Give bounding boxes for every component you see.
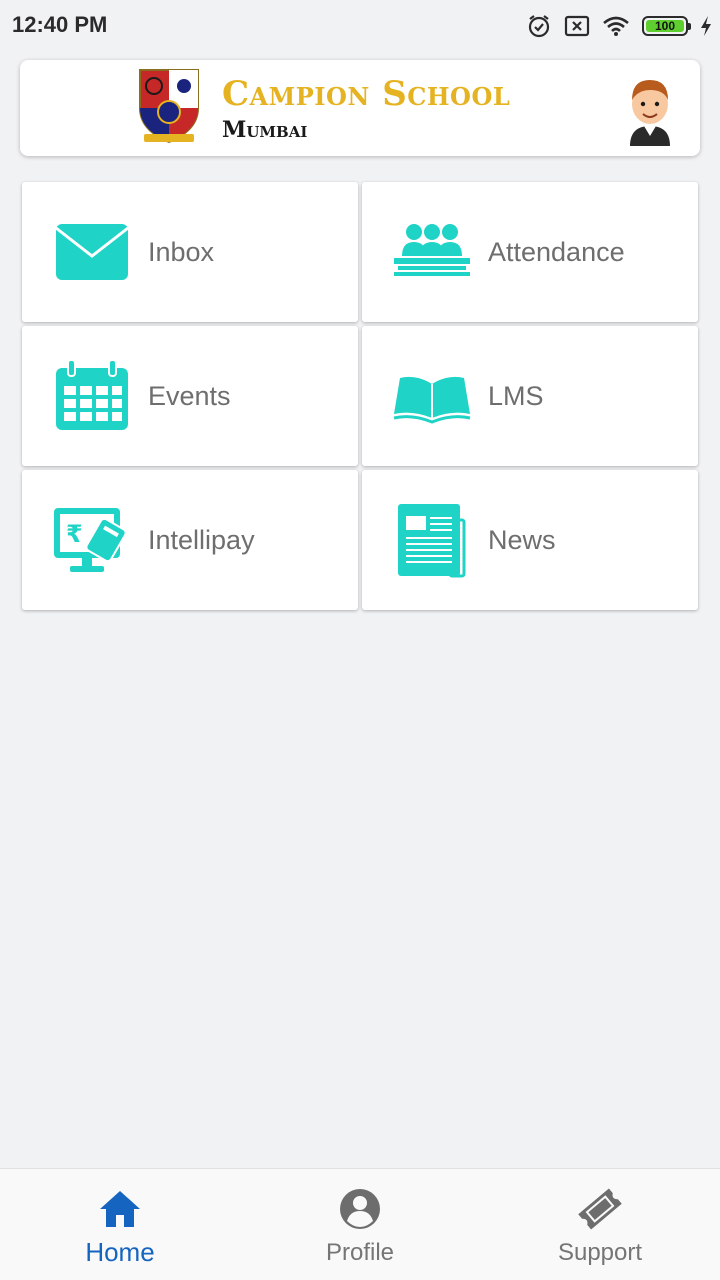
wifi-icon xyxy=(603,16,629,36)
nav-label: Home xyxy=(85,1237,155,1267)
battery-level: 100 xyxy=(646,20,684,33)
open-book-icon xyxy=(393,376,471,424)
nav-label: Support xyxy=(557,1239,643,1266)
nav-support[interactable]: Support xyxy=(480,1169,720,1280)
nav-home[interactable]: Home xyxy=(0,1169,240,1280)
payment-monitor-icon: ₹ xyxy=(54,508,127,572)
tile-intellipay[interactable]: ₹ Intellipay xyxy=(22,470,358,610)
classroom-icon xyxy=(394,224,470,276)
calendar-icon xyxy=(56,359,128,430)
status-icons: 100 xyxy=(526,10,712,42)
status-bar: 12:40 PM 100 xyxy=(0,0,720,52)
tile-label: Attendance xyxy=(488,237,625,267)
tile-attendance[interactable]: Attendance xyxy=(362,182,698,322)
tile-label: Inbox xyxy=(148,237,215,267)
charging-icon xyxy=(701,16,711,36)
tile-label: LMS xyxy=(488,381,544,411)
tile-inbox[interactable]: Inbox xyxy=(22,182,358,322)
bottom-nav: Home Profile Support xyxy=(0,1168,720,1280)
tile-label: Intellipay xyxy=(148,525,255,555)
tile-events[interactable]: Events xyxy=(22,326,358,466)
battery-icon: 100 xyxy=(642,16,691,36)
nav-profile[interactable]: Profile xyxy=(240,1169,480,1280)
svg-text:₹: ₹ xyxy=(66,520,83,548)
newspaper-icon xyxy=(398,504,466,578)
school-name: Campion School xyxy=(222,74,511,114)
sim-off-icon xyxy=(564,15,590,37)
home-icon xyxy=(100,1191,140,1227)
tile-label: News xyxy=(488,525,556,555)
status-time: 12:40 PM xyxy=(12,12,108,37)
ticket-icon xyxy=(578,1188,622,1230)
school-header-card: Campion School Mumbai xyxy=(20,60,700,156)
tile-label: Events xyxy=(148,381,231,411)
envelope-icon xyxy=(55,224,129,280)
boy-avatar-icon[interactable] xyxy=(624,70,676,146)
nav-label: Profile xyxy=(325,1239,395,1266)
profile-icon xyxy=(340,1189,380,1229)
alarm-icon xyxy=(528,15,550,38)
school-city: Mumbai xyxy=(222,117,308,143)
tile-lms[interactable]: LMS xyxy=(362,326,698,466)
tile-news[interactable]: News xyxy=(362,470,698,610)
school-crest-icon xyxy=(139,69,199,144)
